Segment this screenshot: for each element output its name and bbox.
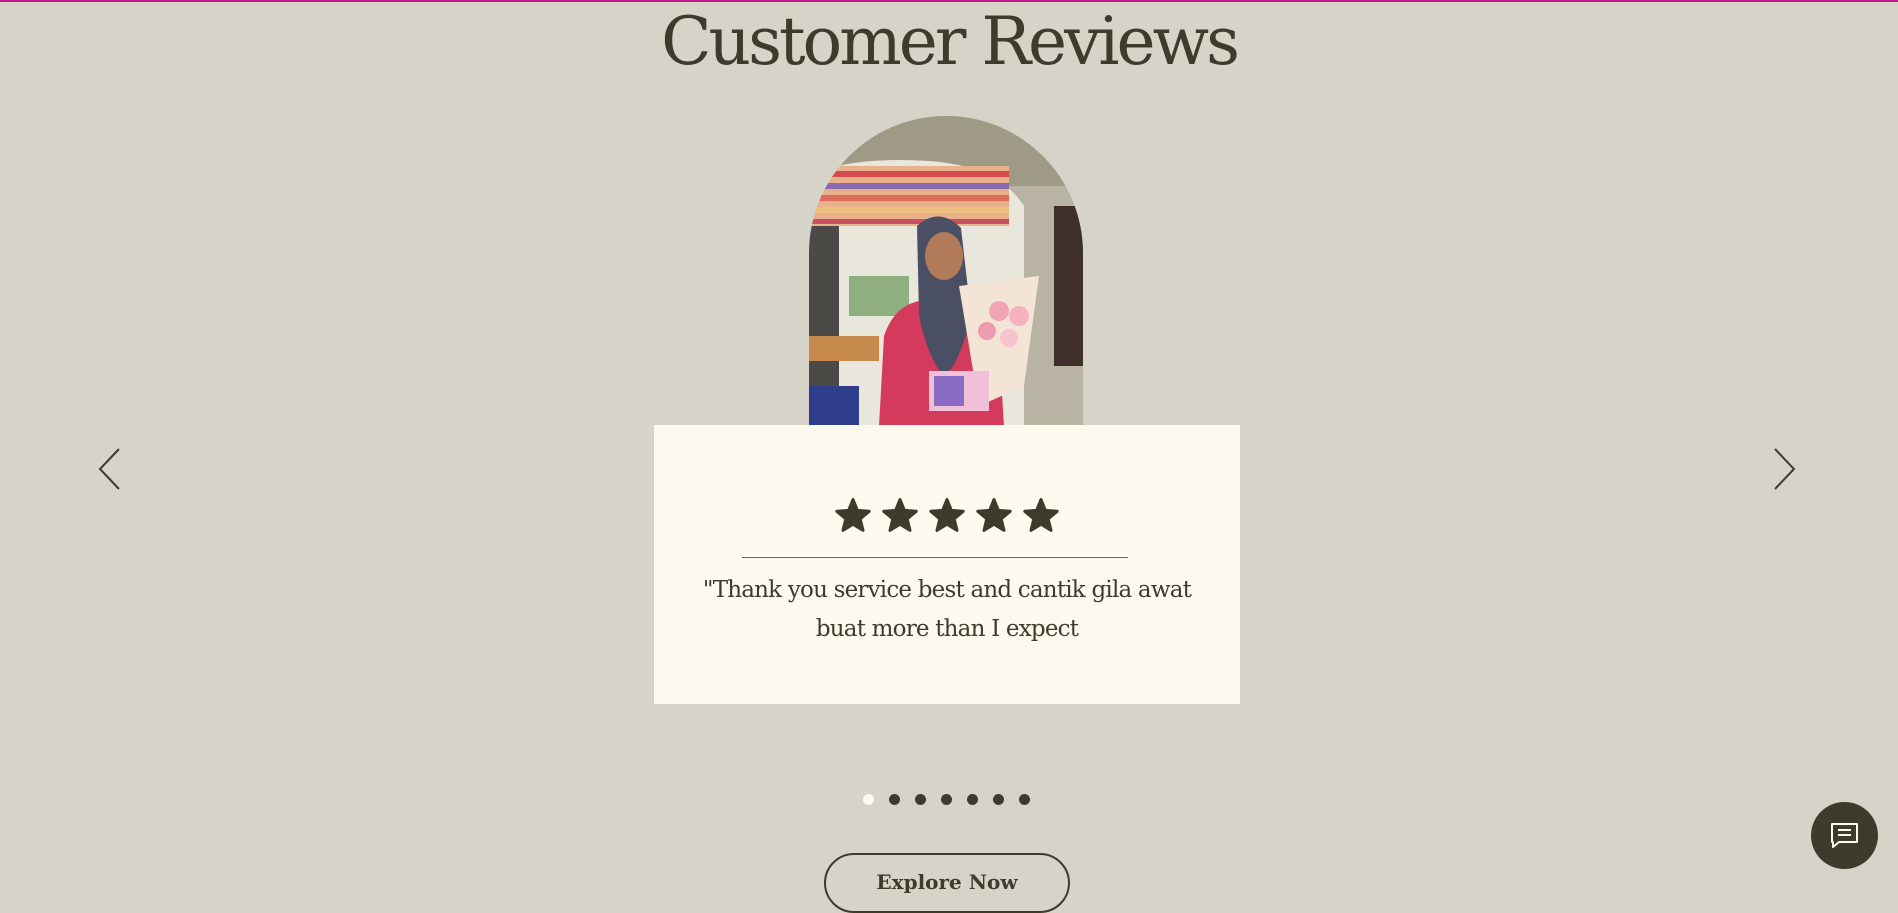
pagination-dot-6[interactable] — [993, 794, 1004, 805]
star-icon — [881, 497, 919, 535]
pagination-dot-3[interactable] — [915, 794, 926, 805]
customer-photo — [809, 116, 1083, 426]
carousel-next-button[interactable] — [1771, 447, 1797, 491]
chevron-right-icon — [1774, 448, 1796, 490]
page-title: Customer Reviews — [661, 3, 1240, 80]
review-card: "Thank you service best and cantik gila … — [654, 425, 1240, 704]
chat-icon — [1831, 823, 1858, 848]
star-icon — [975, 497, 1013, 535]
star-icon — [928, 497, 966, 535]
pagination-dot-4[interactable] — [941, 794, 952, 805]
star-icon — [834, 497, 872, 535]
pagination-dot-2[interactable] — [889, 794, 900, 805]
pagination-dot-1[interactable] — [863, 794, 874, 805]
review-text: "Thank you service best and cantik gila … — [702, 577, 1192, 642]
chevron-left-icon — [98, 448, 120, 490]
carousel-prev-button[interactable] — [97, 447, 123, 491]
explore-now-button[interactable]: Explore Now — [824, 853, 1070, 913]
review-divider — [742, 557, 1128, 558]
pagination-dot-7[interactable] — [1019, 794, 1030, 805]
rating-stars — [654, 497, 1240, 539]
chat-button[interactable] — [1811, 802, 1878, 869]
star-icon — [1022, 497, 1060, 535]
pagination-dot-5[interactable] — [967, 794, 978, 805]
